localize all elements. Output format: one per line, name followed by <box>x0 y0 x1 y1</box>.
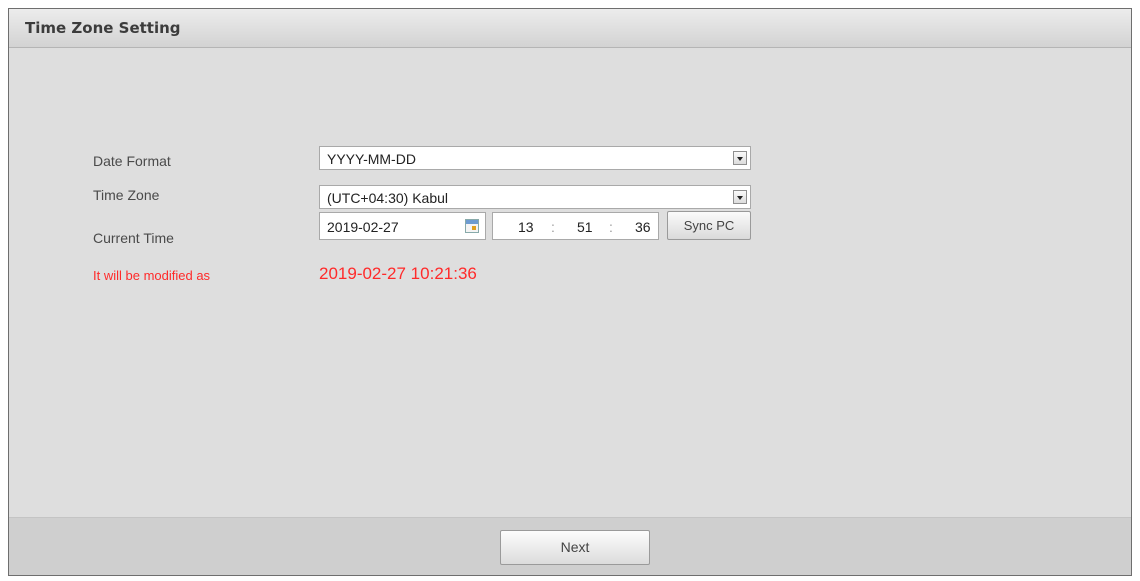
chevron-down-icon[interactable] <box>733 151 747 165</box>
title-bar: Time Zone Setting <box>9 9 1131 48</box>
time-zone-label: Time Zone <box>93 187 160 203</box>
dialog-title: Time Zone Setting <box>25 19 181 37</box>
form-panel: Date Format YYYY-MM-DD Time Zone (UTC+04… <box>9 48 1131 517</box>
hour-field[interactable]: 13 <box>518 219 534 235</box>
time-zone-select[interactable]: (UTC+04:30) Kabul <box>319 185 751 209</box>
date-format-value: YYYY-MM-DD <box>327 151 416 167</box>
current-time-label: Current Time <box>93 230 174 246</box>
time-separator: : <box>551 219 555 235</box>
date-value: 2019-02-27 <box>327 219 399 235</box>
minute-field[interactable]: 51 <box>577 219 593 235</box>
date-format-label: Date Format <box>93 153 171 169</box>
calendar-icon[interactable] <box>465 219 479 233</box>
time-zone-value: (UTC+04:30) Kabul <box>327 190 449 206</box>
dialog-footer: Next <box>9 517 1131 575</box>
date-format-select[interactable]: YYYY-MM-DD <box>319 146 751 170</box>
chevron-down-icon[interactable] <box>733 190 747 204</box>
time-zone-dialog: Time Zone Setting Date Format YYYY-MM-DD… <box>8 8 1132 576</box>
modified-label: It will be modified as <box>93 268 211 283</box>
second-field[interactable]: 36 <box>635 219 651 235</box>
modified-time-value: 2019-02-27 10:21:36 <box>319 264 477 283</box>
next-button[interactable]: Next <box>500 530 650 565</box>
date-input[interactable]: 2019-02-27 <box>319 212 486 240</box>
time-separator: : <box>609 219 613 235</box>
sync-pc-button[interactable]: Sync PC <box>667 211 751 240</box>
time-input[interactable]: 13 : 51 : 36 <box>492 212 659 240</box>
